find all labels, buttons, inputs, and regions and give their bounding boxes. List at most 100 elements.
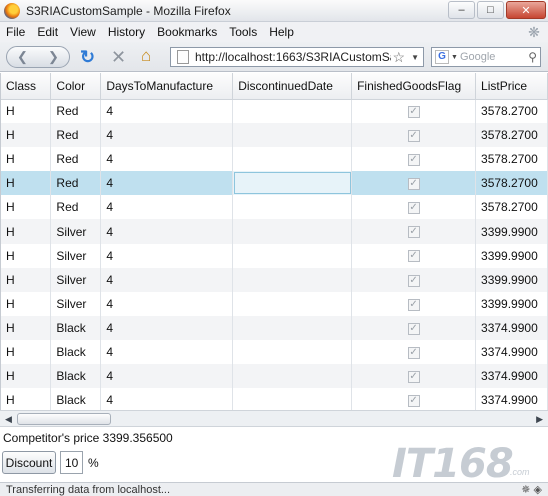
menu-edit[interactable]: Edit bbox=[31, 25, 64, 39]
column-header-finished-goods-flag[interactable]: FinishedGoodsFlag bbox=[351, 73, 477, 100]
cell-discontinued-date[interactable] bbox=[232, 291, 353, 316]
cell-discontinued-date[interactable] bbox=[232, 339, 353, 365]
search-icon[interactable]: ⚲ bbox=[528, 50, 540, 64]
table-row[interactable]: H Red 4 ✓ 3578.2700 bbox=[1, 171, 548, 196]
table-row[interactable]: H Silver 4 ✓ 3399.9900 bbox=[1, 267, 548, 292]
table-row[interactable]: H Red 4 ✓ 3578.2700 bbox=[1, 99, 548, 124]
table-row[interactable]: H Silver 4 ✓ 3399.9900 bbox=[1, 291, 548, 316]
finished-goods-checkbox[interactable]: ✓ bbox=[407, 298, 420, 311]
cell-class[interactable]: H bbox=[1, 339, 52, 365]
search-input[interactable]: Google bbox=[460, 51, 528, 63]
cell-discontinued-date[interactable] bbox=[232, 388, 353, 410]
cell-finished-goods-flag[interactable]: ✓ bbox=[351, 315, 477, 340]
cell-list-price[interactable]: 3578.2700 bbox=[475, 195, 548, 220]
cell-class[interactable]: H bbox=[1, 364, 52, 389]
url-text[interactable]: http://localhost:1663/S3RIACustomSa bbox=[195, 50, 391, 64]
cell-color[interactable]: Black bbox=[50, 364, 102, 389]
cell-list-price[interactable]: 3374.9900 bbox=[475, 388, 548, 410]
column-header-color[interactable]: Color bbox=[50, 73, 102, 100]
cell-color[interactable]: Silver bbox=[50, 219, 102, 244]
table-row[interactable]: H Silver 4 ✓ 3399.9900 bbox=[1, 219, 548, 244]
cell-discontinued-date[interactable] bbox=[232, 364, 353, 389]
data-grid[interactable]: Class Color DaysToManufacture Discontinu… bbox=[0, 73, 548, 410]
cell-finished-goods-flag[interactable]: ✓ bbox=[351, 388, 477, 410]
cell-list-price[interactable]: 3578.2700 bbox=[475, 123, 548, 148]
scroll-right-icon[interactable]: ▶ bbox=[536, 414, 543, 425]
cell-class[interactable]: H bbox=[1, 315, 52, 340]
table-row[interactable]: H Black 4 ✓ 3374.9900 bbox=[1, 315, 548, 340]
cell-finished-goods-flag[interactable]: ✓ bbox=[351, 291, 477, 316]
menu-file[interactable]: File bbox=[0, 25, 31, 39]
cell-color[interactable]: Black bbox=[50, 388, 102, 410]
column-header-class[interactable]: Class bbox=[1, 73, 52, 100]
cell-list-price[interactable]: 3399.9900 bbox=[475, 219, 548, 244]
cell-days-to-manufacture[interactable]: 4 bbox=[100, 147, 234, 172]
search-engine-dropdown-icon[interactable]: ▼ bbox=[451, 54, 458, 61]
finished-goods-checkbox[interactable]: ✓ bbox=[407, 178, 420, 191]
reload-icon[interactable]: ↻ bbox=[80, 48, 95, 66]
scroll-left-icon[interactable]: ◀ bbox=[5, 414, 12, 425]
cell-days-to-manufacture[interactable]: 4 bbox=[100, 171, 234, 196]
finished-goods-checkbox[interactable]: ✓ bbox=[407, 250, 420, 263]
menu-help[interactable]: Help bbox=[263, 25, 300, 39]
minimize-button[interactable]: – bbox=[448, 1, 475, 19]
cell-color[interactable]: Red bbox=[50, 147, 102, 172]
cell-finished-goods-flag[interactable]: ✓ bbox=[351, 171, 477, 196]
stop-icon[interactable]: ✕ bbox=[111, 47, 126, 67]
cell-finished-goods-flag[interactable]: ✓ bbox=[351, 123, 477, 148]
finished-goods-checkbox[interactable]: ✓ bbox=[407, 154, 420, 167]
google-icon[interactable]: G bbox=[435, 50, 449, 64]
table-row[interactable]: H Black 4 ✓ 3374.9900 bbox=[1, 339, 548, 365]
discount-button[interactable]: Discount bbox=[2, 451, 56, 474]
cell-days-to-manufacture[interactable]: 4 bbox=[100, 123, 234, 148]
table-row[interactable]: H Red 4 ✓ 3578.2700 bbox=[1, 123, 548, 148]
horizontal-scrollbar[interactable]: ◀ ▶ bbox=[0, 410, 548, 427]
cell-color[interactable]: Black bbox=[50, 315, 102, 340]
cell-color[interactable]: Silver bbox=[50, 243, 102, 268]
finished-goods-checkbox[interactable]: ✓ bbox=[407, 106, 420, 119]
bookmark-star-icon[interactable]: ☆ bbox=[391, 49, 408, 66]
cell-color[interactable]: Black bbox=[50, 339, 102, 365]
cell-list-price[interactable]: 3399.9900 bbox=[475, 291, 548, 316]
cell-list-price[interactable]: 3374.9900 bbox=[475, 364, 548, 389]
table-row[interactable]: H Black 4 ✓ 3374.9900 bbox=[1, 388, 548, 410]
cell-days-to-manufacture[interactable]: 4 bbox=[100, 243, 234, 268]
cell-list-price[interactable]: 3578.2700 bbox=[475, 147, 548, 172]
menu-history[interactable]: History bbox=[102, 25, 151, 39]
cell-list-price[interactable]: 3578.2700 bbox=[475, 171, 548, 196]
cell-list-price[interactable]: 3374.9900 bbox=[475, 339, 548, 365]
cell-days-to-manufacture[interactable]: 4 bbox=[100, 291, 234, 316]
discount-percent-input[interactable] bbox=[60, 451, 83, 474]
cell-discontinued-date[interactable] bbox=[232, 243, 353, 268]
cell-days-to-manufacture[interactable]: 4 bbox=[100, 267, 234, 292]
finished-goods-checkbox[interactable]: ✓ bbox=[407, 274, 420, 287]
url-bar[interactable]: http://localhost:1663/S3RIACustomSa ☆ ▼ bbox=[170, 47, 424, 67]
cell-class[interactable]: H bbox=[1, 123, 52, 148]
finished-goods-checkbox[interactable]: ✓ bbox=[407, 129, 420, 142]
home-icon[interactable]: ⌂ bbox=[141, 46, 151, 66]
finished-goods-checkbox[interactable]: ✓ bbox=[407, 226, 420, 239]
cell-class[interactable]: H bbox=[1, 243, 52, 268]
cell-list-price[interactable]: 3578.2700 bbox=[475, 99, 548, 124]
cell-class[interactable]: H bbox=[1, 195, 52, 220]
cell-finished-goods-flag[interactable]: ✓ bbox=[351, 339, 477, 365]
cell-class[interactable]: H bbox=[1, 291, 52, 316]
column-header-discontinued-date[interactable]: DiscontinuedDate bbox=[232, 73, 353, 100]
cell-days-to-manufacture[interactable]: 4 bbox=[100, 219, 234, 244]
cell-finished-goods-flag[interactable]: ✓ bbox=[351, 219, 477, 244]
finished-goods-checkbox[interactable]: ✓ bbox=[407, 370, 420, 383]
forward-arrow-icon[interactable]: ❯ bbox=[38, 49, 69, 65]
column-header-list-price[interactable]: ListPrice bbox=[475, 73, 548, 100]
finished-goods-checkbox[interactable]: ✓ bbox=[407, 346, 420, 359]
scrollbar-thumb[interactable] bbox=[17, 413, 111, 425]
cell-discontinued-date[interactable] bbox=[232, 147, 353, 172]
cell-finished-goods-flag[interactable]: ✓ bbox=[351, 243, 477, 268]
url-dropdown-icon[interactable]: ▼ bbox=[407, 53, 423, 62]
cell-class[interactable]: H bbox=[1, 267, 52, 292]
column-header-days-to-manufacture[interactable]: DaysToManufacture bbox=[100, 73, 234, 100]
cell-discontinued-date[interactable] bbox=[232, 123, 353, 148]
cell-color[interactable]: Red bbox=[50, 171, 102, 196]
cell-color[interactable]: Red bbox=[50, 99, 102, 124]
cell-days-to-manufacture[interactable]: 4 bbox=[100, 99, 234, 124]
cell-class[interactable]: H bbox=[1, 219, 52, 244]
